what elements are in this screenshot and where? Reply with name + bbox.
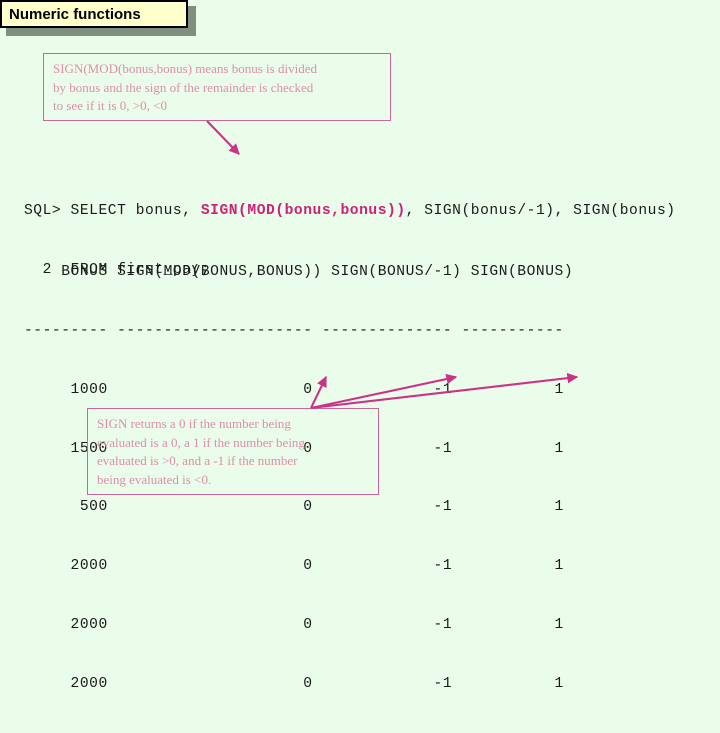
sql-prompt: SQL> (24, 203, 71, 219)
table-row: 2000 0 -1 1 (24, 558, 564, 575)
callout-top-line-3: to see if it is 0, >0, <0 (53, 98, 167, 113)
callout-bottom: SIGN returns a 0 if the number being eva… (87, 408, 379, 495)
title-box: Numeric functions (0, 0, 188, 28)
table-row: 2000 0 -1 1 (24, 616, 564, 633)
sql-line-1-post: , SIGN(bonus/-1), SIGN(bonus) (405, 203, 676, 219)
result-separator-row: --------- --------------------- --------… (24, 322, 564, 339)
table-row: 1000 0 -1 1 (24, 381, 564, 398)
sql-highlight-expression: SIGN(MOD(bonus,bonus)) (200, 203, 406, 219)
callout-top-line-1: SIGN(MOD(bonus,bonus) means bonus is div… (53, 61, 317, 76)
arrow-top-to-sql (206, 120, 240, 155)
callout-top: SIGN(MOD(bonus,bonus) means bonus is div… (43, 53, 391, 121)
sql-line-1: SQL> SELECT bonus, SIGN(MOD(bonus,bonus)… (24, 202, 676, 222)
slide-canvas: Numeric functions SIGN(MOD(bonus,bonus) … (0, 0, 720, 692)
callout-bottom-line-2: evaluated is a 0, a 1 if the number bein… (97, 434, 305, 450)
callout-bottom-line-3: evaluated is >0, and a -1 if the number (97, 453, 298, 468)
callout-top-line-2: by bonus and the sign of the remainder i… (53, 79, 314, 95)
page-title: Numeric functions (9, 5, 141, 23)
callout-bottom-line-1: SIGN returns a 0 if the number being (97, 416, 291, 431)
result-header-row: BONUS SIGN(MOD(BONUS,BONUS)) SIGN(BONUS/… (24, 264, 574, 281)
callout-bottom-line-4: being evaluated is <0. (97, 471, 212, 487)
table-row: 500 0 -1 1 (24, 499, 564, 516)
sql-line-1-pre: SELECT bonus, (70, 203, 201, 219)
table-row: 2000 0 -1 1 (24, 675, 564, 692)
